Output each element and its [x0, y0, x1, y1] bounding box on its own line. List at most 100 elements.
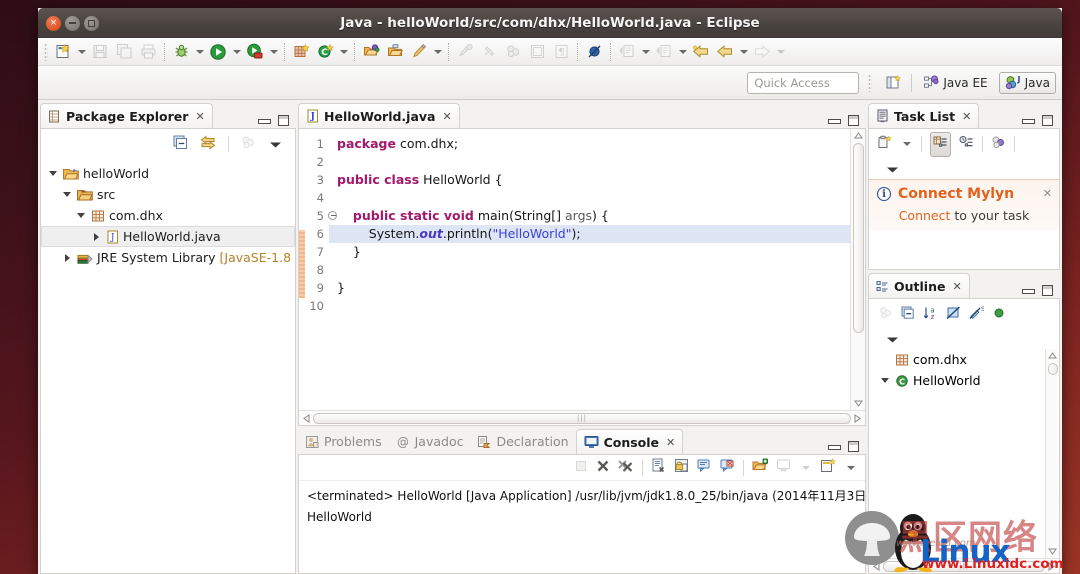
collapse-all-icon[interactable] — [173, 135, 188, 154]
tab-declaration[interactable]: Declaration — [470, 429, 575, 454]
package-explorer-maximize[interactable] — [278, 115, 289, 126]
remove-all-terminated-icon[interactable] — [618, 458, 634, 477]
code-line[interactable] — [329, 297, 850, 315]
back-history-icon[interactable] — [713, 41, 737, 63]
editor-minimize[interactable] — [828, 116, 841, 126]
outline-scroll-down[interactable] — [1046, 545, 1059, 558]
show-console-on-output-icon[interactable] — [697, 458, 712, 477]
show-whitespace-icon[interactable] — [525, 41, 549, 63]
window-close-button[interactable]: × — [46, 15, 61, 31]
expand-arrow-down-icon[interactable] — [61, 192, 73, 197]
code-line[interactable]: public static void main(String[] args) { — [329, 207, 850, 225]
console-minimize[interactable] — [828, 442, 841, 452]
tab-helloworld-java[interactable]: J HelloWorld.java ✕ — [298, 103, 460, 128]
outline-scroll-up[interactable] — [1046, 349, 1059, 362]
tab-problems[interactable]: Problems — [298, 429, 389, 454]
back-icon[interactable] — [689, 41, 713, 63]
search-dropdown[interactable] — [431, 41, 444, 63]
expand-arrow-down-icon[interactable] — [75, 213, 87, 218]
scroll-up-arrow[interactable] — [852, 129, 865, 142]
editor-horizontal-scrollbar[interactable]: ||| — [299, 410, 865, 425]
scheduled-presentation-icon[interactable] — [959, 135, 974, 154]
tab-console[interactable]: Console ✕ — [575, 429, 684, 454]
expand-arrow-right-icon[interactable] — [61, 253, 73, 262]
toolbar-grip[interactable] — [44, 42, 48, 61]
task-list-maximize[interactable] — [1042, 115, 1053, 126]
tab-task-list[interactable]: Task List ✕ — [868, 103, 980, 128]
code-line[interactable]: public class HelloWorld { — [329, 171, 850, 189]
next-annotation-icon[interactable] — [615, 41, 639, 63]
pin-console-icon[interactable] — [752, 458, 768, 477]
show-console-on-error-icon[interactable] — [720, 458, 735, 477]
hide-fields-icon[interactable] — [946, 305, 961, 324]
open-type-icon[interactable] — [359, 41, 383, 63]
outline-tree[interactable]: com.dhx C HelloWorld — [869, 349, 1045, 558]
outline-hscroll-right[interactable] — [1045, 560, 1058, 573]
package-explorer-item-helloworld[interactable]: helloWorld — [41, 163, 295, 184]
save-all-icon[interactable] — [112, 41, 136, 63]
toggle-mark-occurrences-icon[interactable] — [501, 41, 525, 63]
collapse-all-icon[interactable] — [901, 305, 915, 324]
outline-vertical-scrollbar[interactable] — [1045, 349, 1059, 558]
run-dropdown[interactable] — [230, 41, 243, 63]
new-java-class-dropdown[interactable] — [337, 41, 350, 63]
outline-horizontal-scrollbar[interactable]: ||| — [869, 558, 1059, 573]
code-line[interactable]: } — [329, 243, 850, 261]
previous-annotation-dropdown[interactable] — [676, 41, 689, 63]
view-menu-icon[interactable] — [885, 330, 900, 349]
scroll-down-arrow[interactable] — [852, 397, 865, 410]
package-explorer-item-com-dhx[interactable]: com.dhx — [41, 205, 295, 226]
new-wizard-icon[interactable] — [51, 41, 75, 63]
console-output[interactable]: <terminated> HelloWorld [Java Applicatio… — [299, 481, 865, 573]
open-task-icon[interactable] — [383, 41, 407, 63]
outline-vscroll-thumb[interactable] — [1047, 363, 1058, 375]
open-perspective-icon[interactable] — [881, 72, 905, 94]
quick-access-input[interactable]: Quick Access — [747, 71, 860, 94]
clear-console-icon[interactable] — [651, 458, 666, 477]
hide-nonpublic-icon[interactable] — [992, 305, 1006, 324]
editor-maximize[interactable] — [848, 115, 859, 126]
code-line[interactable] — [329, 189, 850, 207]
code-line[interactable]: } — [329, 279, 850, 297]
run-external-tools-icon[interactable] — [243, 41, 267, 63]
editor-vscroll-thumb[interactable] — [852, 143, 864, 333]
forward-icon[interactable] — [750, 41, 774, 63]
outline-hscroll-left[interactable] — [870, 560, 883, 573]
task-list-close[interactable]: ✕ — [962, 110, 971, 123]
code-text-area[interactable]: package com.dhx; public class HelloWorld… — [329, 129, 850, 410]
window-maximize-button[interactable] — [84, 15, 99, 31]
pilcrow-icon[interactable]: ¶ — [549, 41, 573, 63]
editor-hscroll-thumb[interactable]: ||| — [313, 412, 851, 424]
categorized-presentation-icon[interactable] — [930, 131, 951, 157]
perspective-java-ee[interactable]: Java EE — [918, 73, 992, 93]
run-icon[interactable] — [206, 41, 230, 63]
focus-on-workweek-icon[interactable] — [991, 135, 1006, 154]
view-menu-icon[interactable] — [885, 160, 900, 179]
terminate-icon[interactable] — [574, 458, 588, 477]
toggle-breakpoint-icon[interactable] — [582, 41, 606, 63]
run-external-tools-dropdown[interactable] — [267, 41, 280, 63]
new-wizard-dropdown[interactable] — [75, 41, 88, 63]
console-maximize[interactable] — [848, 441, 859, 452]
code-line[interactable]: System.out.println("HelloWorld"); — [329, 225, 850, 243]
debug-icon[interactable] — [169, 41, 193, 63]
code-line[interactable] — [329, 153, 850, 171]
scroll-lock-icon[interactable] — [674, 458, 689, 477]
new-task-dropdown[interactable] — [900, 133, 913, 155]
hscroll-left-arrow[interactable] — [300, 412, 313, 425]
focus-mode-icon[interactable] — [879, 305, 893, 324]
view-menu-icon[interactable] — [268, 135, 283, 154]
display-selected-console-dropdown[interactable] — [799, 457, 812, 479]
tab-package-explorer[interactable]: Package Explorer ✕ — [40, 103, 213, 128]
code-line[interactable]: package com.dhx; — [329, 135, 850, 153]
package-explorer-close[interactable]: ✕ — [195, 110, 204, 123]
package-explorer-item-helloworld-java[interactable]: J HelloWorld.java — [41, 226, 295, 247]
debug-dropdown[interactable] — [193, 41, 206, 63]
window-minimize-button[interactable] — [65, 15, 80, 31]
new-java-class-icon[interactable]: C — [313, 41, 337, 63]
package-explorer-minimize[interactable] — [258, 116, 271, 126]
display-selected-console-icon[interactable] — [776, 458, 791, 477]
hscroll-right-arrow[interactable] — [851, 412, 864, 425]
expand-arrow-right-icon[interactable] — [90, 232, 102, 241]
expand-arrow-down-icon[interactable] — [879, 378, 891, 383]
